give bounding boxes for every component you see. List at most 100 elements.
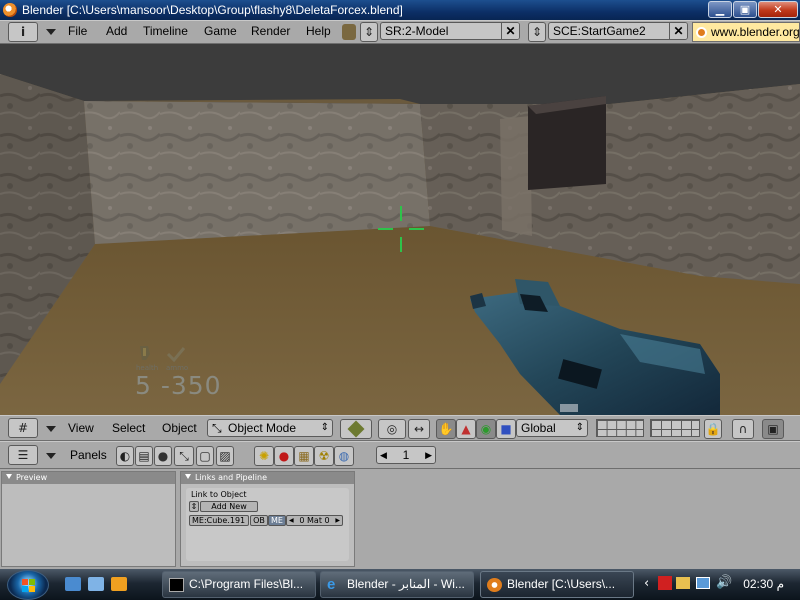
object-axis-icon: ⤡ <box>179 449 189 463</box>
links-panel-header[interactable]: Links and Pipeline <box>181 472 354 484</box>
collapse-menus-icon[interactable] <box>46 29 56 35</box>
logic-icon: ◐ <box>119 449 131 463</box>
layer-buttons[interactable] <box>596 419 644 437</box>
object-mode-icon: ⤡ <box>212 421 222 435</box>
ammo-icon <box>166 347 186 362</box>
script-tab[interactable]: ▤ <box>135 446 153 466</box>
window-type-menu[interactable]: i <box>8 22 38 42</box>
taskbar-item-ie[interactable]: e Blender - المنابر - Wi... <box>320 571 474 598</box>
screen: Blender [C:\Users\mansoor\Desktop\Group\… <box>0 0 800 600</box>
screen-browse-icon[interactable] <box>342 24 356 40</box>
blender-url-area[interactable]: www.blender.org <box>692 22 800 42</box>
scale-button[interactable]: ■ <box>496 419 516 439</box>
scene-tab[interactable]: ▨ <box>216 446 234 466</box>
mesh-browse-button[interactable]: ⇕ <box>189 501 199 512</box>
scene-name-field[interactable]: SCE:StartGame2 ✕ <box>548 22 688 40</box>
screen-name-field[interactable]: SR:2-Model ✕ <box>380 22 520 40</box>
switch-windows-icon[interactable] <box>88 577 104 591</box>
clock[interactable]: 02:30 م <box>743 577 784 591</box>
radiosity-button[interactable]: ☢ <box>314 446 334 466</box>
window-titlebar[interactable]: Blender [C:\Users\mansoor\Desktop\Group\… <box>0 0 800 20</box>
3d-viewport[interactable]: health ammo 5 -350 <box>0 44 800 415</box>
show-desktop-icon[interactable] <box>65 577 81 591</box>
pivot-icon: ◎ <box>386 422 398 436</box>
scale-icon: ■ <box>500 422 512 436</box>
object-tab[interactable]: ⤡ <box>174 446 194 466</box>
delete-scene-icon[interactable]: ✕ <box>669 23 687 39</box>
snap-button[interactable]: ∩ <box>732 419 754 439</box>
me-toggle[interactable]: ME <box>268 515 286 526</box>
ob-toggle[interactable]: OB <box>250 515 268 526</box>
material-index-field[interactable]: ◀ 0 Mat 0 ▶ <box>286 515 343 526</box>
delete-screen-icon[interactable]: ✕ <box>501 23 519 39</box>
menu-select[interactable]: Select <box>112 421 145 435</box>
system-tray: ‹ 🔊 02:30 م <box>634 569 800 600</box>
edit-square-icon: ▢ <box>199 449 211 463</box>
mode-select[interactable]: ⤡ Object Mode ⇕ <box>207 419 333 437</box>
frame-inc-icon[interactable]: ▶ <box>425 447 432 463</box>
menu-add[interactable]: Add <box>106 24 127 38</box>
mat-inc-icon[interactable]: ▶ <box>335 516 340 525</box>
lamp-button[interactable]: ✺ <box>254 446 274 466</box>
pivot-select[interactable]: ◎ <box>378 419 406 439</box>
world-button[interactable]: ◍ <box>334 446 354 466</box>
network-icon[interactable] <box>696 577 710 589</box>
mesh-name-field[interactable]: ME:Cube.191 <box>189 515 249 526</box>
scene-browse-button[interactable]: ⇕ <box>528 22 546 42</box>
volume-icon[interactable]: 🔊 <box>716 575 732 590</box>
translate-button[interactable]: ▲ <box>456 419 476 439</box>
menu-game[interactable]: Game <box>204 24 237 38</box>
manipulator-toggle[interactable]: ↔ <box>408 419 430 439</box>
menu-panels[interactable]: Panels <box>70 448 107 462</box>
manipulator-hand-button[interactable]: ✋ <box>436 419 456 439</box>
menu-help[interactable]: Help <box>306 24 331 38</box>
shading-tab[interactable]: ● <box>154 446 172 466</box>
menu-render[interactable]: Render <box>251 24 290 38</box>
hud-values: 5 -350 <box>135 371 222 400</box>
material-button[interactable]: ● <box>274 446 294 466</box>
add-new-button[interactable]: Add New <box>200 501 258 512</box>
maximize-button[interactable]: ▣ <box>733 1 757 18</box>
editing-tab[interactable]: ▢ <box>196 446 214 466</box>
panel-collapse-icon <box>6 474 12 479</box>
render-view-button[interactable]: ▣ <box>762 419 784 439</box>
orientation-value: Global <box>521 421 556 435</box>
layer-buttons-2[interactable] <box>650 419 700 437</box>
preview-panel-header[interactable]: Preview <box>2 472 175 484</box>
buttons-header: ☰ Panels ◐ ▤ ● ⤡ ▢ ▨ ✺ ● ▦ ☢ ◍ ◀ 1 ▶ <box>0 441 800 469</box>
menu-view[interactable]: View <box>68 421 94 435</box>
rotate-button[interactable]: ◉ <box>476 419 496 439</box>
frame-dec-icon[interactable]: ◀ <box>380 447 387 463</box>
taskbar-item-blender[interactable]: Blender [C:\Users\... <box>480 571 634 598</box>
menu-object[interactable]: Object <box>162 421 197 435</box>
menu-timeline[interactable]: Timeline <box>143 24 188 38</box>
show-hidden-icons[interactable]: ‹ <box>644 576 649 591</box>
arrows-icon: ↔ <box>413 422 425 436</box>
draw-type-select[interactable] <box>340 419 372 439</box>
window-type-3dview[interactable]: # <box>8 418 38 438</box>
close-button[interactable]: ✕ <box>758 1 798 18</box>
ceiling <box>0 44 800 104</box>
blender-icon <box>487 578 502 592</box>
folder-icon[interactable] <box>676 577 690 589</box>
menu-file[interactable]: File <box>68 24 87 38</box>
antivirus-icon[interactable] <box>658 576 672 590</box>
lock-layers-button[interactable]: 🔒 <box>704 419 722 439</box>
screen-browse-button[interactable]: ⇕ <box>360 22 378 42</box>
minimize-button[interactable]: ▁ <box>708 1 732 18</box>
collapse-menus-icon[interactable] <box>46 426 56 432</box>
rotate-icon: ◉ <box>480 422 492 436</box>
collapse-menus-icon[interactable] <box>46 453 56 459</box>
frame-field[interactable]: ◀ 1 ▶ <box>376 446 436 464</box>
mat-dec-icon[interactable]: ◀ <box>289 516 294 525</box>
start-button[interactable] <box>7 570 49 600</box>
window-type-buttons[interactable]: ☰ <box>8 445 38 465</box>
window-title: Blender [C:\Users\mansoor\Desktop\Group\… <box>22 3 403 17</box>
orientation-select[interactable]: Global ⇕ <box>516 419 588 437</box>
texture-button[interactable]: ▦ <box>294 446 314 466</box>
link-to-object-label: Link to Object <box>191 490 247 499</box>
screen-name: SR:2-Model <box>385 24 449 38</box>
media-player-icon[interactable] <box>111 577 127 591</box>
taskbar-item-cmd[interactable]: C:\Program Files\Bl... <box>162 571 316 598</box>
logic-tab[interactable]: ◐ <box>116 446 134 466</box>
